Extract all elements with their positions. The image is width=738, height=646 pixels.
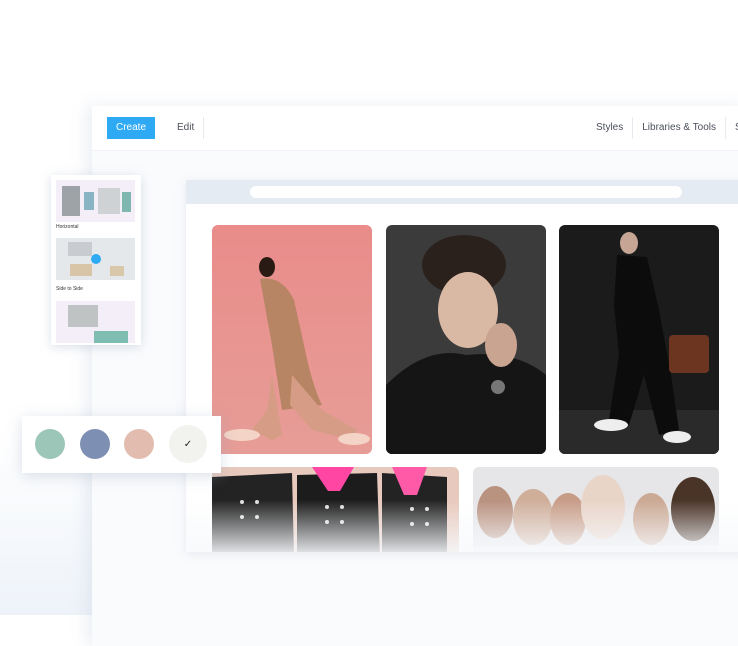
photo-curly-hair-portrait[interactable] (386, 225, 546, 454)
layout-thumb-third[interactable] (56, 301, 135, 343)
photo-camel-coat-pink[interactable] (212, 225, 372, 454)
swatch-off-white[interactable]: ✓ (169, 425, 207, 463)
bottom-fade (186, 500, 738, 552)
layout-thumb-side-to-side[interactable] (56, 238, 135, 280)
layout-label-horizontal: Horizontal (56, 224, 79, 230)
layout-label-side-to-side: Side to Side (56, 286, 83, 292)
address-bar[interactable] (250, 186, 682, 198)
layout-options-panel: Horizontal Side to Side (51, 175, 141, 345)
swatch-sage[interactable] (35, 429, 65, 459)
truncated-tab[interactable]: Se (724, 117, 738, 139)
top-toolbar: Create Edit Styles Libraries & Tools Se (92, 106, 738, 151)
edit-button[interactable]: Edit (168, 117, 205, 139)
create-button[interactable]: Create (107, 117, 155, 139)
preview-browser (186, 180, 738, 552)
layout-thumb-horizontal[interactable] (56, 180, 135, 222)
styles-tab[interactable]: Styles (587, 117, 632, 139)
toolbar-right-nav: Styles Libraries & Tools Se (587, 117, 738, 139)
photo-leather-suit-walk[interactable] (559, 225, 719, 454)
swatch-slate-blue[interactable] (80, 429, 110, 459)
libraries-tools-tab[interactable]: Libraries & Tools (632, 117, 725, 139)
swatch-blush[interactable] (124, 429, 154, 459)
browser-bar (186, 180, 738, 204)
check-icon: ✓ (183, 438, 193, 450)
color-palette-card: ✓ (22, 416, 221, 473)
